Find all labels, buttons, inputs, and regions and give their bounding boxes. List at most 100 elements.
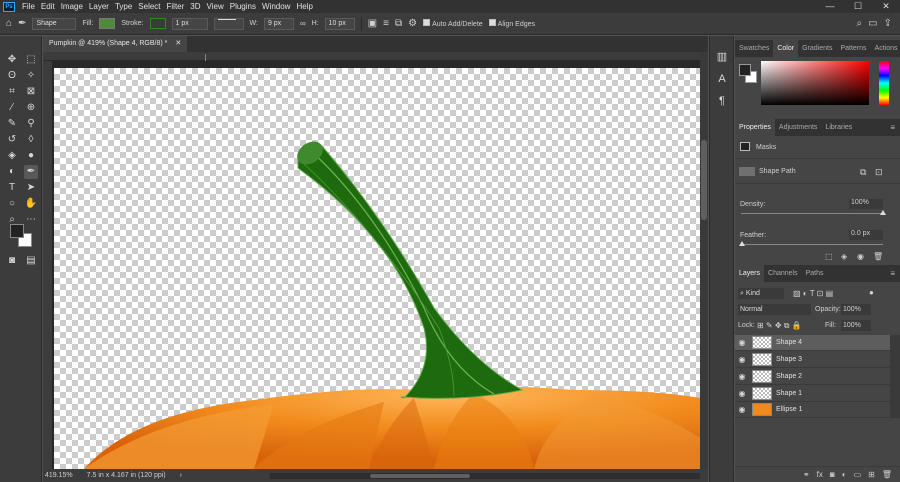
lasso-tool-icon[interactable]: ʘ <box>5 69 19 83</box>
pen-tool-icon[interactable]: ✒ <box>24 165 38 179</box>
tab-properties[interactable]: Properties <box>735 119 775 136</box>
align-edges-checkbox[interactable]: Align Edges <box>488 19 535 28</box>
eyedropper-tool-icon[interactable]: ⁄ <box>5 101 19 115</box>
hue-slider[interactable] <box>879 61 889 105</box>
mask-icon[interactable]: ◙ <box>830 470 835 479</box>
close-button[interactable]: ✕ <box>872 0 900 13</box>
panel-menu-icon[interactable]: ≡ <box>890 123 895 132</box>
fx-icon[interactable]: fx <box>817 470 823 479</box>
vector-mask-icon[interactable]: ⊡ <box>875 167 883 178</box>
healing-brush-tool-icon[interactable]: ⊕ <box>24 101 38 115</box>
stroke-swatch[interactable] <box>149 18 166 29</box>
horizontal-scroll-thumb[interactable] <box>370 474 470 478</box>
layer-filter-select[interactable]: ⌕ Kind <box>738 288 784 299</box>
menu-edit[interactable]: Edit <box>38 2 58 11</box>
stroke-width-field[interactable]: 1 px <box>171 17 208 30</box>
eye-icon[interactable]: ◉ <box>735 355 749 364</box>
opacity-field[interactable]: 100% <box>841 304 871 315</box>
layer-row-ellipse-1[interactable]: ◉ Ellipse 1 <box>735 402 890 418</box>
search-icon[interactable]: ⌕ <box>857 18 863 29</box>
blur-tool-icon[interactable]: ● <box>24 149 38 163</box>
folder-icon[interactable]: ▭ <box>854 470 862 479</box>
layers-menu-icon[interactable]: ≡ <box>890 269 895 278</box>
menu-layer[interactable]: Layer <box>86 2 112 11</box>
layer-row-shape-3[interactable]: ◉ Shape 3 <box>735 352 890 368</box>
new-layer-icon[interactable]: ⊞ <box>868 470 875 479</box>
menu-type[interactable]: Type <box>112 2 135 11</box>
more-tools-icon[interactable]: ⋯ <box>24 213 38 227</box>
tab-color[interactable]: Color <box>773 40 799 57</box>
adjustment-icon[interactable]: ◐ <box>842 470 847 479</box>
tab-libraries[interactable]: Libraries <box>821 119 856 136</box>
menu-help[interactable]: Help <box>293 2 315 11</box>
quick-mask-icon[interactable]: ◙ <box>5 254 19 268</box>
menu-select[interactable]: Select <box>135 2 163 11</box>
history-brush-tool-icon[interactable]: ↺ <box>5 133 19 147</box>
layers-scrollbar[interactable] <box>890 335 900 418</box>
menu-filter[interactable]: Filter <box>164 2 188 11</box>
history-icon[interactable]: ▥ <box>715 50 729 64</box>
workspace-icon[interactable]: ▭ <box>868 18 877 29</box>
close-tab-icon[interactable]: ✕ <box>175 36 181 52</box>
home-icon[interactable]: ⌂ <box>6 18 12 29</box>
menu-view[interactable]: View <box>204 2 227 11</box>
document-tab[interactable]: Pumpkin @ 419% (Shape 4, RGB/8) * ✕ <box>43 36 188 52</box>
load-selection-icon[interactable]: ⧉ <box>860 167 866 178</box>
filter-toggle-icon[interactable]: ● <box>869 288 874 297</box>
eye-icon[interactable]: ◉ <box>735 389 749 398</box>
visibility-icon[interactable]: ◉ <box>857 252 864 261</box>
tab-actions[interactable]: Actions <box>871 40 900 57</box>
paragraph-icon[interactable]: ¶ <box>715 94 729 108</box>
gear-icon[interactable]: ⚙ <box>408 18 417 29</box>
vertical-scrollbar[interactable] <box>700 52 708 469</box>
path-selection-tool-icon[interactable]: ➤ <box>24 181 38 195</box>
blend-mode-select[interactable]: Normal <box>738 304 811 315</box>
vertical-scroll-thumb[interactable] <box>701 140 707 220</box>
height-field[interactable]: 10 px <box>324 17 355 30</box>
tool-mode-select[interactable]: Shape <box>32 17 77 30</box>
color-panel-foreground[interactable] <box>739 64 751 76</box>
apply-mask-icon[interactable]: ◈ <box>841 252 847 261</box>
menu-plugins[interactable]: Plugins <box>227 2 259 11</box>
share-icon[interactable]: ⇪ <box>884 18 892 29</box>
paint-bucket-tool-icon[interactable]: ◈ <box>5 149 19 163</box>
delete-mask-icon[interactable]: 🗑 <box>873 252 883 261</box>
tab-adjustments[interactable]: Adjustments <box>775 119 822 136</box>
path-arrangement-icon[interactable]: ⧉ <box>395 18 402 29</box>
tab-paths[interactable]: Paths <box>802 265 828 282</box>
auto-add-delete-checkbox[interactable]: Auto Add/Delete <box>423 19 483 28</box>
dodge-tool-icon[interactable]: ◐ <box>5 165 19 179</box>
ellipse-tool-icon[interactable]: ○ <box>5 197 19 211</box>
status-arrow-icon[interactable]: › <box>180 472 182 479</box>
eye-icon[interactable]: ◉ <box>735 338 749 347</box>
color-field[interactable] <box>761 61 869 105</box>
menu-window[interactable]: Window <box>259 2 293 11</box>
clone-stamp-tool-icon[interactable]: ⚲ <box>24 117 38 131</box>
horizontal-scrollbar[interactable] <box>270 473 700 479</box>
move-tool-icon[interactable]: ✥ <box>5 53 19 67</box>
lock-options-icon[interactable]: ⊞ ✎ ✥ ⧉ 🔒 <box>757 321 802 331</box>
feather-field[interactable]: 0.0 px <box>849 230 883 240</box>
frame-tool-icon[interactable]: ⊠ <box>24 85 38 99</box>
density-slider-handle[interactable] <box>880 210 886 215</box>
layer-row-shape-4[interactable]: ◉ Shape 4 <box>735 335 890 351</box>
feather-slider-track[interactable] <box>741 244 883 245</box>
crop-tool-icon[interactable]: ⌗ <box>5 85 19 99</box>
fill-field[interactable]: 100% <box>841 320 871 331</box>
selection-icon[interactable]: ⬚ <box>825 252 833 261</box>
screen-mode-icon[interactable]: ▤ <box>24 254 38 268</box>
marquee-tool-icon[interactable]: ⬚ <box>24 53 38 67</box>
tab-layers[interactable]: Layers <box>735 265 765 282</box>
menu-3d[interactable]: 3D <box>187 2 203 11</box>
feather-slider-handle[interactable] <box>739 241 745 246</box>
tab-channels[interactable]: Channels <box>764 265 802 282</box>
density-field[interactable]: 100% <box>849 199 883 209</box>
maximize-button[interactable]: ☐ <box>844 0 872 13</box>
path-alignment-icon[interactable]: ≡ <box>383 18 389 29</box>
eye-icon[interactable]: ◉ <box>735 372 749 381</box>
fill-swatch[interactable] <box>99 18 116 29</box>
path-operations-icon[interactable]: ▣ <box>368 18 377 29</box>
minimize-button[interactable]: — <box>816 0 844 13</box>
density-slider-track[interactable] <box>741 213 883 214</box>
link-icon[interactable]: ⚭ <box>803 470 810 479</box>
